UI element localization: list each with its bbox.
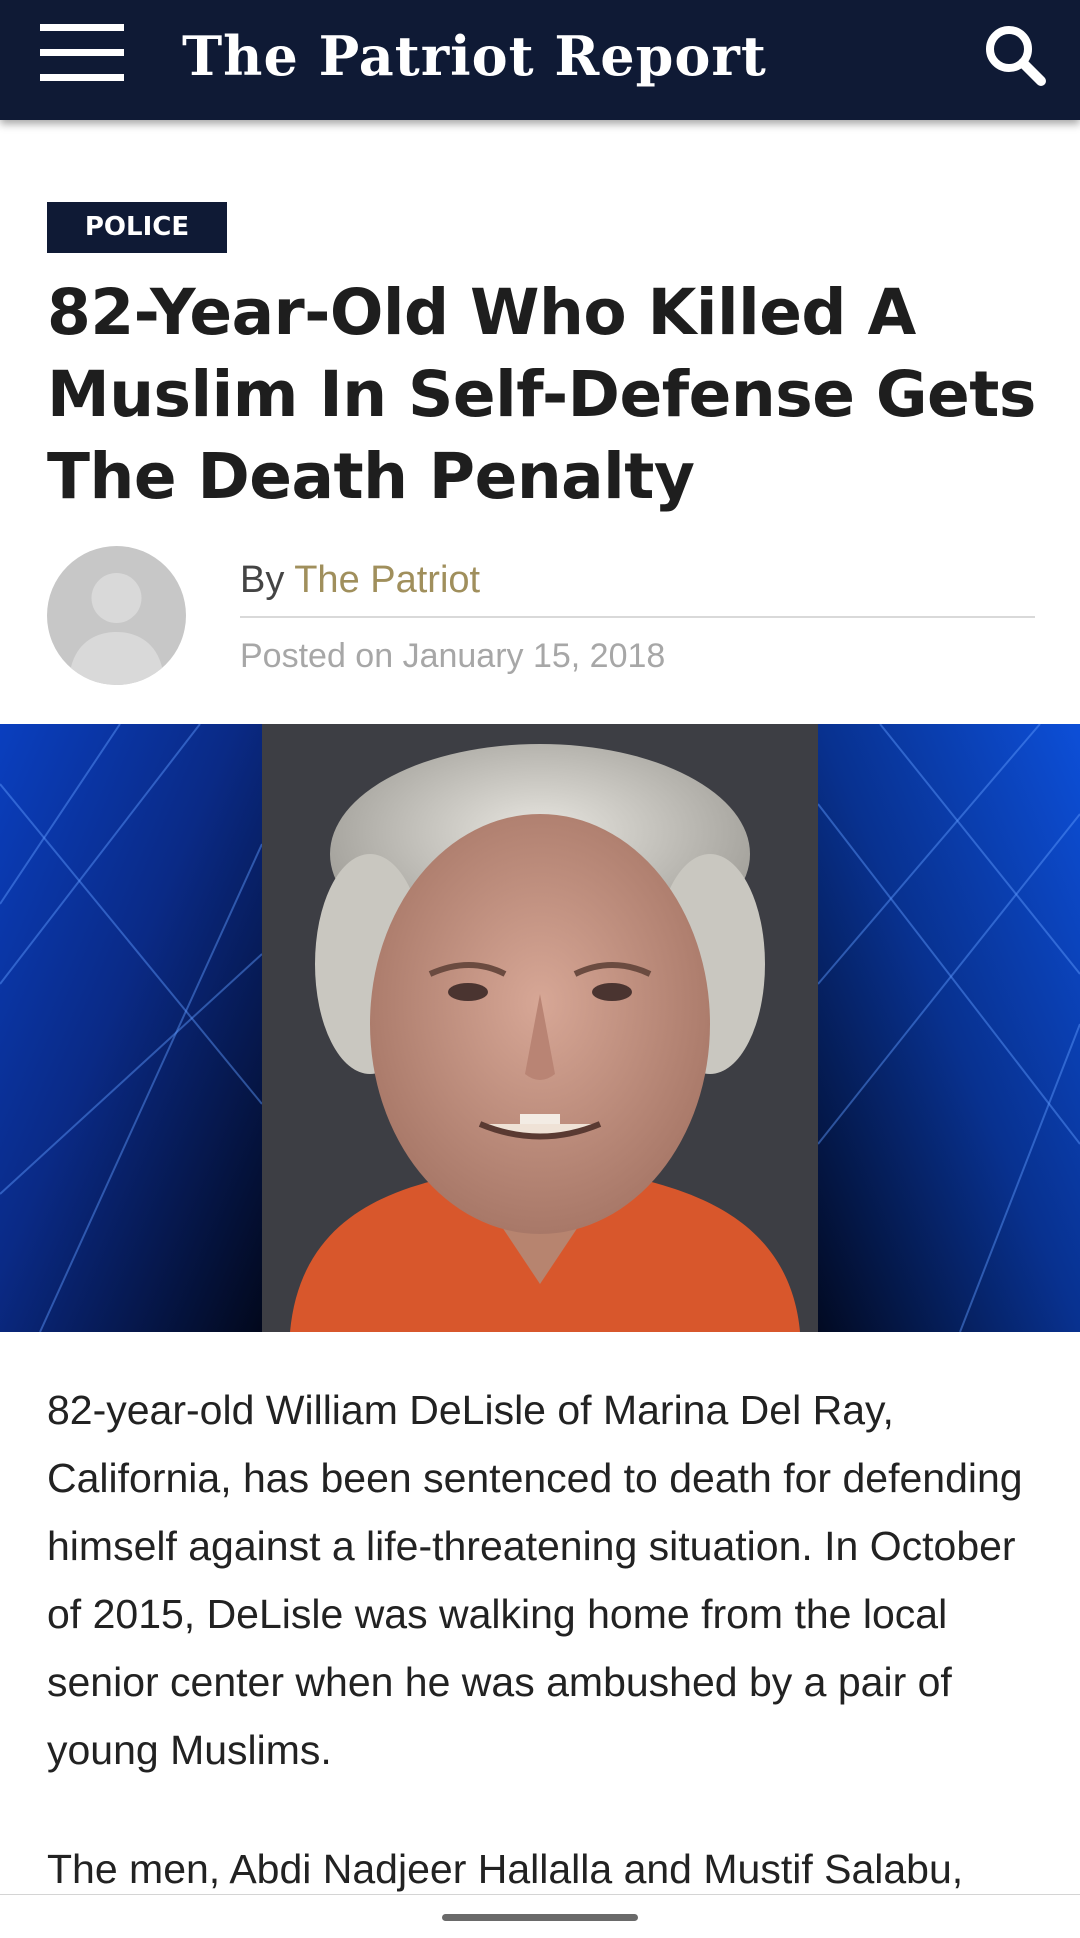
featured-image [0, 724, 1080, 1332]
author-avatar [47, 546, 186, 685]
article-paragraph: 82-year-old William DeLisle of Marina De… [47, 1387, 1023, 1773]
hamburger-menu-icon[interactable] [40, 24, 126, 81]
article-headline: 82-Year-Old Who Killed A Muslim In Self-… [47, 276, 1036, 513]
post-date: Posted on January 15, 2018 [240, 632, 665, 680]
post-date-value: January 15, 2018 [402, 637, 666, 675]
posted-prefix: Posted on [240, 637, 403, 675]
bottom-toolbar-divider [0, 1894, 1080, 1895]
home-indicator[interactable] [442, 1914, 638, 1921]
article-body: 82-year-old William DeLisle of Marina De… [47, 1376, 1037, 1938]
article-paragraph: The men, Abdi Nadjeer Hallalla and Musti… [47, 1846, 964, 1892]
site-logo[interactable]: The Patriot Report [182, 16, 767, 96]
top-navigation-bar: The Patriot Report [0, 0, 1080, 120]
byline-prefix: By [240, 559, 295, 601]
author-byline: By The Patriot [240, 555, 480, 605]
category-tag[interactable]: POLICE [47, 202, 227, 253]
author-link[interactable]: The Patriot [294, 559, 480, 601]
search-icon[interactable] [982, 22, 1048, 88]
byline-divider [240, 616, 1035, 618]
